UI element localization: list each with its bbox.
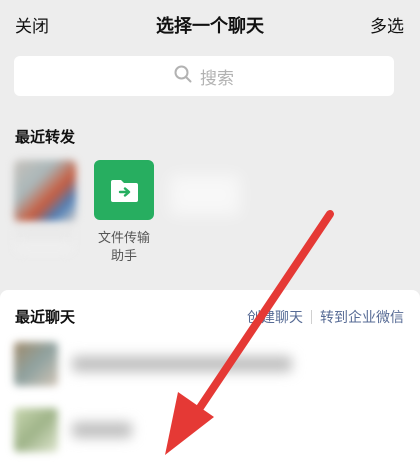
file-transfer-label: 文件传输 助手 <box>97 231 150 264</box>
recent-chats-title: 最近聊天 <box>15 308 76 326</box>
search-bar[interactable]: 搜索 <box>14 56 394 96</box>
create-chat-link[interactable]: 创建聊天 <box>247 307 303 327</box>
chat-row[interactable] <box>0 336 420 390</box>
recent-forward-name-blur <box>16 226 72 252</box>
avatar <box>14 408 58 452</box>
chat-row[interactable] <box>0 402 420 456</box>
recent-chats-panel: 最近聊天 创建聊天 转到企业微信 <box>0 290 420 474</box>
chat-name-blur <box>72 422 132 438</box>
search-icon <box>174 65 192 87</box>
forward-to-work-link[interactable]: 转到企业微信 <box>320 307 404 327</box>
recent-chats-actions: 创建聊天 转到企业微信 <box>247 307 404 327</box>
recent-forward-avatar[interactable] <box>14 160 76 222</box>
blurred-content <box>170 175 240 215</box>
search-input[interactable]: 搜索 <box>200 64 234 89</box>
recent-forwards-title: 最近转发 <box>15 128 76 146</box>
avatar <box>14 342 58 386</box>
top-bar: 关闭 选择一个聊天 多选 <box>0 0 420 48</box>
divider <box>311 310 312 324</box>
multi-select-button[interactable]: 多选 <box>370 12 404 37</box>
chat-name-blur <box>72 356 292 372</box>
folder-arrow-icon <box>111 180 138 202</box>
page-title: 选择一个聊天 <box>156 16 264 37</box>
file-transfer-assistant[interactable] <box>94 160 154 220</box>
